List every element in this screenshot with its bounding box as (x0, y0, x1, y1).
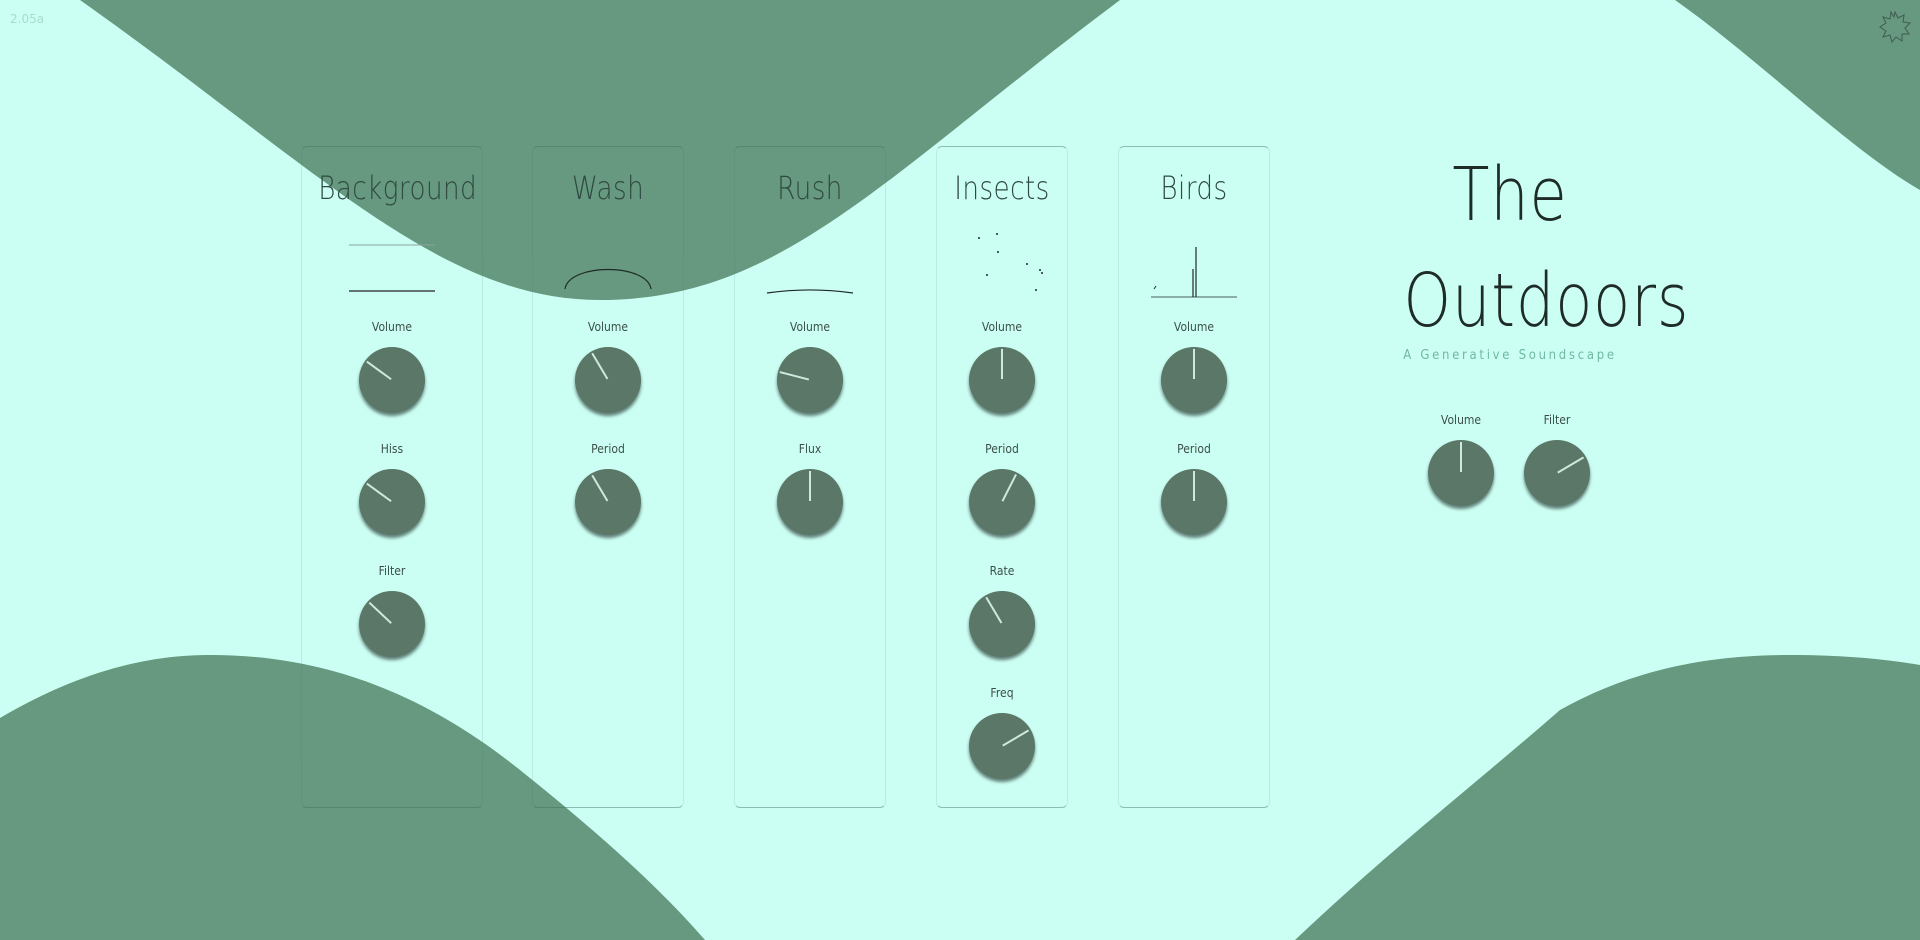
rate-knob[interactable] (969, 591, 1035, 657)
settings-button[interactable] (1878, 10, 1912, 44)
knob-label: Period (985, 442, 1019, 456)
knob-label: Hiss (380, 442, 404, 456)
volume-knob[interactable] (575, 347, 641, 413)
period-knob[interactable] (1161, 469, 1227, 535)
knob-group-period: Period (1119, 441, 1269, 535)
volume-knob[interactable] (1161, 347, 1227, 413)
app-subtitle: A Generative Soundscape (1403, 348, 1617, 363)
knob-group-freq: Freq (937, 685, 1067, 779)
knob-group-filter: Filter (302, 563, 482, 657)
knob-label: Volume (371, 320, 413, 334)
panel-birds: Birds Volume Period (1118, 146, 1270, 808)
knob-label: Filter (1543, 413, 1571, 427)
knob-group-volume: Volume (1119, 319, 1269, 413)
knob-group-period: Period (937, 441, 1067, 535)
knob-group-rate: Rate (937, 563, 1067, 657)
knob-label: Volume (1173, 320, 1215, 334)
knob-group-period: Period (533, 441, 683, 535)
panel-title: Birds (1160, 169, 1228, 207)
knob-group-hiss: Hiss (302, 441, 482, 535)
knob-label: Freq (990, 686, 1014, 700)
knob-label: Flux (798, 442, 822, 456)
title-line-2: Outdoors (1403, 258, 1690, 344)
version-label: 2.05a (10, 12, 45, 26)
volume-knob[interactable] (359, 347, 425, 413)
flux-knob[interactable] (777, 469, 843, 535)
rush-visualizer (766, 289, 854, 294)
freq-knob[interactable] (969, 713, 1035, 779)
wash-visualizer (564, 268, 652, 290)
panel-background: Background Volume Hiss Filter (301, 146, 483, 808)
knob-group-volume: Volume (735, 319, 885, 413)
master-volume-group: Volume (1421, 412, 1501, 506)
master-filter-group: Filter (1517, 412, 1597, 506)
panel-title: Rush (777, 169, 843, 207)
knob-group-volume: Volume (302, 319, 482, 413)
insects-visualizer (978, 233, 1043, 291)
panel-wash: Wash Volume Period (532, 146, 684, 808)
title-line-1: The (1452, 152, 1568, 238)
knob-group-flux: Flux (735, 441, 885, 535)
knob-label: Rate (989, 564, 1015, 578)
filter-knob[interactable] (359, 591, 425, 657)
knob-label: Period (1177, 442, 1211, 456)
panel-title: Background (318, 169, 478, 207)
hiss-knob[interactable] (359, 469, 425, 535)
master-volume-knob[interactable] (1428, 440, 1494, 506)
knob-label: Filter (378, 564, 406, 578)
period-knob[interactable] (969, 469, 1035, 535)
bottom-right-hill (1295, 655, 1920, 940)
background-visualizer (349, 244, 435, 292)
volume-knob[interactable] (969, 347, 1035, 413)
knob-group-volume: Volume (937, 319, 1067, 413)
knob-label: Period (591, 442, 625, 456)
panel-rush: Rush Volume Flux (734, 146, 886, 808)
knob-group-volume: Volume (533, 319, 683, 413)
knob-label: Volume (1440, 413, 1482, 427)
period-knob[interactable] (575, 469, 641, 535)
gear-icon (1879, 10, 1912, 44)
knob-label: Volume (587, 320, 629, 334)
knob-label: Volume (789, 320, 831, 334)
birds-visualizer (1151, 247, 1237, 298)
app-title: The Outdoors (1380, 142, 1690, 354)
knob-label: Volume (981, 320, 1023, 334)
panel-insects: Insects Volume Period Rate Freq (936, 146, 1068, 808)
volume-knob[interactable] (777, 347, 843, 413)
master-filter-knob[interactable] (1524, 440, 1590, 506)
panel-title: Insects (954, 169, 1050, 207)
panel-title: Wash (571, 169, 645, 207)
